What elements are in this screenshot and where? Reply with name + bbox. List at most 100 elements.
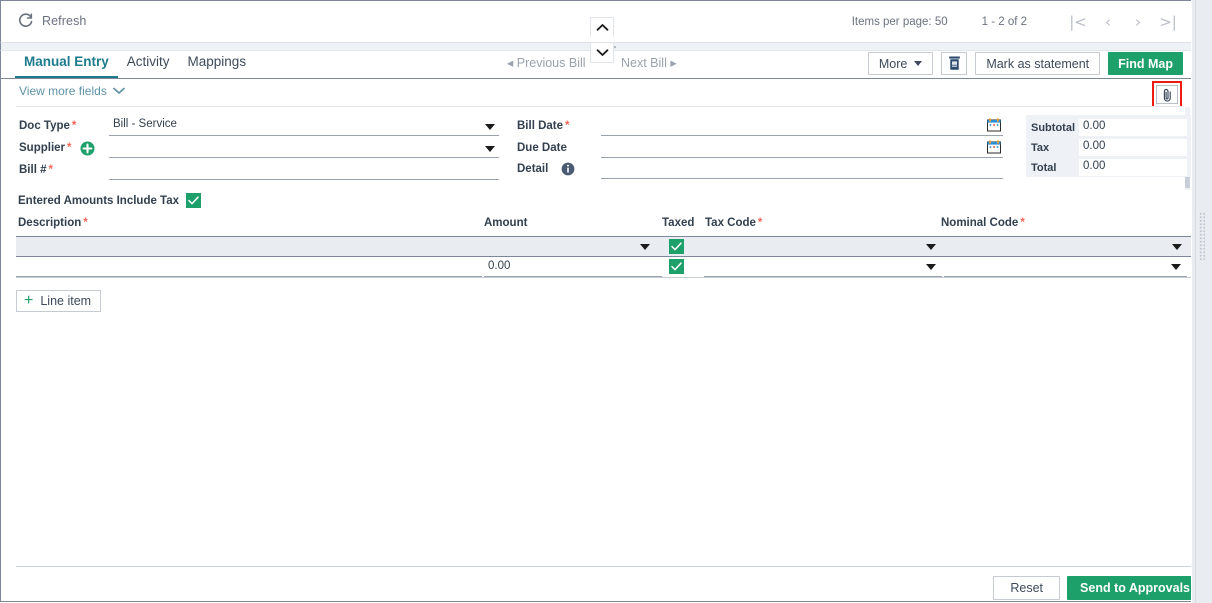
filter-description[interactable] [16,237,482,257]
totals-row: Total 0.00 [1031,158,1187,177]
doc-type-label: Doc Type * [19,120,77,132]
filter-amount[interactable] [482,237,662,257]
info-icon[interactable] [561,162,575,181]
bill-number-input[interactable] [109,161,499,180]
items-per-page-value: 50 [934,16,948,28]
field-bill-date: Bill Date * [517,117,1003,137]
row-taxed[interactable] [669,257,699,277]
tax-label: Tax [1031,141,1050,154]
totals-row: Tax 0.00 [1031,138,1187,157]
pagination: Items per page: 50 1 - 2 of 2 |< ‹ › >| [852,1,1183,43]
mark-as-statement-label: Mark as statement [986,56,1090,71]
due-date-input[interactable] [601,139,1003,158]
column-header-amount: Amount [484,217,528,229]
tax-value[interactable]: 0.00 [1079,139,1187,156]
add-line-item-label: Line item [40,294,92,308]
tab-activity[interactable]: Activity [118,51,179,78]
find-map-button[interactable]: Find Map [1108,52,1183,75]
include-tax-checkbox[interactable] [186,193,202,208]
field-detail: Detail [517,160,1003,180]
subtotal-value[interactable]: 0.00 [1079,119,1187,136]
attachment-button[interactable] [1156,85,1178,104]
previous-bill-link[interactable]: ◂ Previous Bill [507,55,586,70]
check-icon [671,262,682,271]
grid-header-row: Description * Amount Taxed Tax Code * Nomi… [16,217,1194,236]
chevron-down-icon [1171,264,1181,270]
collapse-up-button[interactable] [590,17,614,37]
entered-amounts-include-tax: Entered Amounts Include Tax [18,193,202,208]
next-page-icon[interactable]: › [1123,7,1153,37]
splitter-line [1195,0,1196,603]
row-amount[interactable]: 0.00 [484,257,662,277]
chevron-down-icon [1172,244,1182,250]
view-more-fields-label: View more fields [19,84,107,98]
filter-taxed[interactable] [669,237,699,257]
total-value[interactable]: 0.00 [1079,159,1187,176]
items-per-page[interactable]: Items per page: 50 [852,16,948,28]
include-tax-label: Entered Amounts Include Tax [18,194,180,207]
due-date-label: Due Date [517,142,567,154]
chevron-down-icon [926,244,936,250]
expand-down-button[interactable] [590,43,614,63]
subheader-bar: View more fields [0,79,1191,108]
check-icon [188,196,199,205]
row-nominal-code[interactable] [944,257,1187,277]
row-tax-code[interactable] [704,257,942,277]
chevron-down-icon [112,87,125,94]
row-taxed-checkbox[interactable] [669,259,684,274]
mark-as-statement-button[interactable]: Mark as statement [975,52,1101,75]
reset-button[interactable]: Reset [993,576,1061,600]
bill-date-label: Bill Date * [517,120,570,132]
filter-nominal-code[interactable] [942,237,1192,257]
calendar-icon[interactable] [987,118,1001,137]
footer-actions: Reset Send to Approvals [993,576,1203,600]
attachment-highlight [1152,81,1182,108]
footer-divider [16,566,1192,567]
chevron-down-icon [926,264,936,270]
last-page-icon[interactable]: >| [1153,7,1183,37]
trash-icon [949,56,960,70]
tab-mappings[interactable]: Mappings [179,51,256,78]
totals-panel: Subtotal 0.00 Tax 0.00 Total 0.00 [1026,115,1192,177]
filter-tax-code[interactable] [702,237,942,257]
more-label: More [878,56,908,71]
bill-number-label: Bill # * [19,164,53,176]
field-bill-number: Bill # * [19,161,501,181]
grid-row: 0.00 [16,257,1194,278]
plus-icon: + [24,292,34,309]
field-due-date: Due Date [517,139,1003,159]
calendar-icon[interactable] [987,140,1001,159]
chevron-down-icon [640,244,650,250]
items-per-page-label: Items per page: [851,16,932,28]
vertical-splitter[interactable] [1191,0,1212,603]
detail-input[interactable] [601,160,1003,179]
column-header-taxed: Taxed [662,217,695,229]
row-description[interactable] [16,257,482,277]
vertical-splitter-grip[interactable] [1199,212,1205,260]
field-doc-type: Doc Type * Bill - Service [19,117,501,137]
next-bill-link[interactable]: Next Bill ▸ [621,55,677,70]
bill-header-form: Doc Type * Bill - Service Supplier * Bil… [0,107,1191,190]
refresh-button[interactable]: Refresh [17,12,86,29]
more-button[interactable]: More [867,52,934,75]
doc-type-value: Bill - Service [113,118,177,130]
paperclip-icon [1163,88,1171,102]
chevron-down-icon [914,61,923,66]
delete-button[interactable] [941,52,968,75]
first-page-icon[interactable]: |< [1063,7,1093,37]
bill-date-input[interactable] [601,117,1003,136]
record-toolbar: More Mark as statement Find Map [867,52,1183,75]
send-to-approvals-button[interactable]: Send to Approvals [1067,576,1203,600]
prev-page-icon[interactable]: ‹ [1093,7,1123,37]
row-amount-value: 0.00 [488,260,511,272]
doc-type-input[interactable]: Bill - Service [109,117,499,136]
supplier-input[interactable] [109,139,499,158]
page-range-label: 1 - 2 of 2 [981,16,1027,28]
add-circle-icon[interactable] [80,141,95,161]
tab-manual-entry[interactable]: Manual Entry [15,51,118,78]
filter-taxed-checkbox[interactable] [669,239,684,254]
manual-entry-screen: Refresh Items per page: 50 1 - 2 of 2 |<… [0,0,1212,603]
view-more-fields-toggle[interactable]: View more fields [19,84,125,98]
totals-row: Subtotal 0.00 [1031,118,1187,137]
add-line-item-button[interactable]: + Line item [16,290,102,312]
